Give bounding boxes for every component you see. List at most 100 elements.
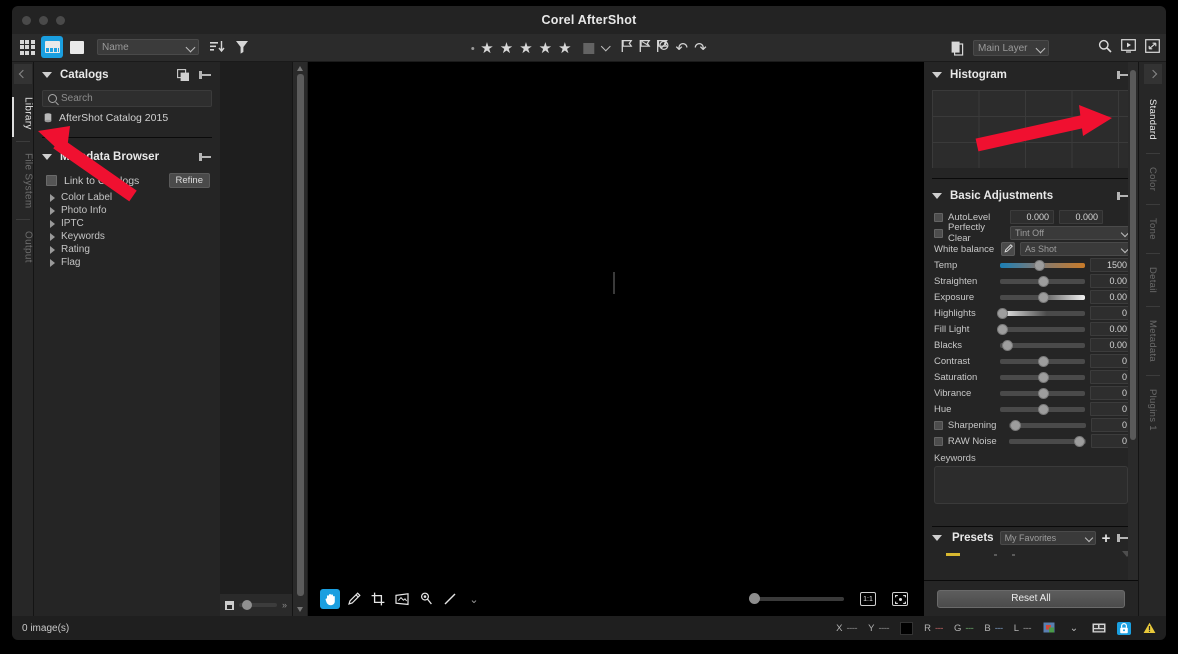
sort-field-dropdown[interactable]: Name: [97, 39, 199, 55]
chevron-down-icon[interactable]: [601, 41, 612, 51]
slider-value[interactable]: 0: [1090, 418, 1132, 432]
slider-handle[interactable]: [997, 323, 1009, 335]
perfectly-clear-checkbox[interactable]: [934, 228, 943, 238]
slider-enable-checkbox[interactable]: [934, 436, 943, 446]
perspective-tool[interactable]: [392, 589, 412, 609]
metadata-tree-item[interactable]: Color Label: [34, 191, 220, 204]
search-icon[interactable]: [1098, 39, 1112, 58]
metadata-tree-item[interactable]: IPTC: [34, 217, 220, 230]
metadata-tree-item[interactable]: Keywords: [34, 230, 220, 243]
catalog-item[interactable]: AfterShot Catalog 2015: [34, 107, 220, 129]
slider-handle[interactable]: [1037, 275, 1049, 287]
zoom-fit-button[interactable]: [892, 592, 908, 606]
grid-view-button[interactable]: [16, 36, 38, 58]
slider-handle[interactable]: [997, 307, 1009, 319]
chevron-right-icon[interactable]: [50, 232, 55, 241]
filmstrip-view-button[interactable]: [41, 36, 63, 58]
slider-track[interactable]: [1008, 419, 1086, 431]
slider-value[interactable]: 0: [1090, 402, 1132, 416]
rating-star-4[interactable]: ★: [539, 41, 552, 56]
soft-proof-icon[interactable]: [1092, 622, 1106, 635]
flag-reject-icon[interactable]: [656, 39, 670, 58]
redeye-tool[interactable]: [416, 589, 436, 609]
chevron-right-icon[interactable]: [50, 258, 55, 267]
refine-button[interactable]: Refine: [168, 173, 210, 188]
slider-handle[interactable]: [1010, 419, 1022, 431]
chevron-down-icon[interactable]: [42, 72, 52, 78]
scroll-down-icon[interactable]: [297, 607, 303, 612]
slider-value[interactable]: 0.00: [1090, 274, 1132, 288]
chevron-right-icon[interactable]: [50, 206, 55, 215]
color-profile-icon[interactable]: [1042, 622, 1056, 635]
slider-handle[interactable]: [1002, 339, 1014, 351]
layer-dropdown[interactable]: Main Layer: [973, 40, 1049, 56]
slider-value[interactable]: 0: [1090, 370, 1132, 384]
slider-handle[interactable]: [1037, 403, 1049, 415]
slider-value[interactable]: 0.00: [1090, 322, 1132, 336]
straighten-tool[interactable]: [440, 589, 460, 609]
slider-track[interactable]: [1000, 259, 1086, 271]
rating-star-3[interactable]: ★: [519, 41, 532, 56]
slider-handle[interactable]: [1037, 387, 1049, 399]
collapse-right-icon[interactable]: [1143, 64, 1162, 84]
filmstrip-scrollbar[interactable]: [292, 62, 307, 616]
panel-tab-tone[interactable]: Tone: [1147, 207, 1158, 251]
zoom-slider-handle[interactable]: [749, 593, 760, 604]
tool-overflow-chevron[interactable]: ⌄: [464, 589, 484, 609]
scrollbar-thumb[interactable]: [1130, 70, 1136, 440]
slider-handle[interactable]: [1037, 371, 1049, 383]
redo-icon[interactable]: ↷: [694, 41, 707, 56]
slider-value[interactable]: 0: [1090, 306, 1132, 320]
lock-icon[interactable]: [1117, 621, 1131, 635]
window-controls[interactable]: [22, 16, 65, 25]
right-panel-scrollbar[interactable]: [1128, 62, 1138, 580]
slider-track[interactable]: [1000, 275, 1086, 287]
chevron-down-icon[interactable]: ⌄: [1067, 622, 1081, 635]
slider-handle[interactable]: [1037, 355, 1049, 367]
slider-track[interactable]: [1000, 403, 1086, 415]
slider-track[interactable]: [1000, 339, 1086, 351]
reset-all-button[interactable]: Reset All: [937, 589, 1125, 608]
slider-value[interactable]: 1500: [1090, 258, 1132, 272]
autolevel-value-1[interactable]: 0.000: [1010, 210, 1054, 224]
slider-value[interactable]: 0: [1090, 354, 1132, 368]
presets-dropdown[interactable]: My Favorites: [999, 531, 1096, 545]
maximize-button[interactable]: [56, 16, 65, 25]
close-button[interactable]: [22, 16, 31, 25]
heal-brush-tool[interactable]: [344, 589, 364, 609]
chevron-right-icon[interactable]: [50, 193, 55, 202]
slider-track[interactable]: [997, 323, 1086, 335]
slider-handle[interactable]: [1034, 259, 1046, 271]
link-to-catalogs-checkbox[interactable]: [46, 175, 57, 186]
slider-track[interactable]: [1000, 371, 1086, 383]
chevron-down-icon[interactable]: [42, 154, 52, 160]
tint-dropdown[interactable]: Tint Off: [1010, 226, 1132, 240]
layers-icon[interactable]: [951, 41, 964, 56]
chevron-down-icon[interactable]: [932, 535, 942, 541]
white-balance-dropdown[interactable]: As Shot: [1020, 242, 1132, 256]
slideshow-icon[interactable]: [1121, 38, 1136, 58]
color-label-swatch[interactable]: [583, 42, 595, 54]
single-view-button[interactable]: [66, 36, 88, 58]
rating-star-5[interactable]: ★: [558, 41, 571, 56]
flag-pick-icon[interactable]: [620, 39, 634, 58]
chevron-right-icon[interactable]: [50, 245, 55, 254]
link-to-catalogs-row[interactable]: Link to Catalogs Refine: [34, 170, 220, 191]
pin-icon[interactable]: [198, 152, 212, 162]
slider-handle[interactable]: [1074, 435, 1086, 447]
undo-icon[interactable]: ↶: [676, 41, 689, 56]
metadata-tree-item[interactable]: Photo Info: [34, 204, 220, 217]
pin-icon[interactable]: [198, 70, 212, 80]
sidebar-tab-library[interactable]: Library: [12, 88, 34, 139]
sort-descending-icon[interactable]: [209, 39, 225, 55]
panel-tab-metadata[interactable]: Metadata: [1147, 309, 1158, 373]
collapse-left-icon[interactable]: [13, 64, 32, 84]
minimize-button[interactable]: [39, 16, 48, 25]
panel-resize-handle[interactable]: [612, 272, 616, 294]
slider-value[interactable]: 0: [1090, 434, 1132, 448]
autolevel-checkbox[interactable]: [934, 212, 943, 222]
slider-value[interactable]: 0.00: [1090, 290, 1132, 304]
slider-track[interactable]: [1000, 387, 1086, 399]
sidebar-tab-file-system[interactable]: File System: [12, 144, 34, 218]
scroll-up-icon[interactable]: [297, 66, 303, 71]
